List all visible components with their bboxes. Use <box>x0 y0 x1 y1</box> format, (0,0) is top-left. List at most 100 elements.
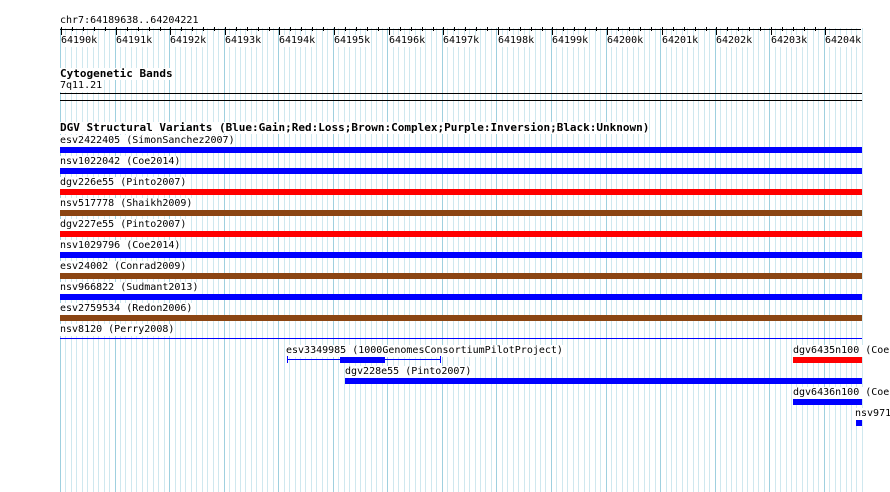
dgv-track-label[interactable]: nsv1029796 (Coe2014) <box>60 240 181 252</box>
ruler-minor-tick <box>749 27 750 31</box>
ruler-minor-tick <box>203 27 204 31</box>
ruler-minor-tick <box>345 27 346 31</box>
ruler-minor-tick <box>290 27 291 31</box>
ruler-minor-tick <box>411 27 412 31</box>
ruler-minor-tick <box>804 27 805 31</box>
dgv-track-label[interactable]: nsv517778 (Shaikh2009) <box>60 198 193 210</box>
ruler-minor-tick <box>181 27 182 31</box>
dgv-track-label[interactable]: esv24002 (Conrad2009) <box>60 261 187 273</box>
ruler-minor-tick <box>269 27 270 31</box>
ruler-minor-tick <box>760 27 761 31</box>
dgv-track-label[interactable]: nsv8120 (Perry2008) <box>60 324 175 336</box>
ruler-tick-label: 64190k <box>61 35 98 47</box>
ruler-minor-tick <box>247 27 248 31</box>
ruler-tick-label: 64200k <box>607 35 644 47</box>
dgv-track-title: DGV Structural Variants (Blue:Gain;Red:L… <box>60 121 650 134</box>
dgv-variant-bar[interactable] <box>340 357 385 363</box>
ruler-position-label: chr7:64189638..64204221 <box>60 15 199 27</box>
dgv-variant-bar[interactable] <box>60 210 862 216</box>
ruler-minor-tick <box>563 27 564 31</box>
dgv-track-label[interactable]: nsv966822 (Sudmant2013) <box>60 282 199 294</box>
ruler-minor-tick <box>422 27 423 31</box>
ruler-minor-tick <box>356 27 357 31</box>
ruler-minor-tick <box>476 27 477 31</box>
ruler-minor-tick <box>651 27 652 31</box>
ruler-minor-tick <box>105 27 106 31</box>
ruler-minor-tick <box>236 27 237 31</box>
ruler-tick-label: 64196k <box>389 35 426 47</box>
dgv-variant-bar[interactable] <box>60 315 862 321</box>
ruler-tick-label: 64201k <box>662 35 699 47</box>
dgv-track-label[interactable]: nsv1022042 (Coe2014) <box>60 156 181 168</box>
ruler-minor-tick <box>83 27 84 31</box>
ruler-minor-tick <box>706 27 707 31</box>
ruler-minor-tick <box>531 27 532 31</box>
ruler-minor-tick <box>542 27 543 31</box>
ruler-minor-tick <box>673 27 674 31</box>
dgv-track-label[interactable]: esv2759534 (Redon2006) <box>60 303 193 315</box>
ruler-minor-tick <box>367 27 368 31</box>
ruler-minor-tick <box>400 27 401 31</box>
dgv-variant-bar[interactable] <box>345 378 862 384</box>
ruler-minor-tick <box>433 27 434 31</box>
ruler-minor-tick <box>629 27 630 31</box>
dgv-track-label[interactable]: dgv226e55 (Pinto2007) <box>60 177 187 189</box>
ruler-minor-tick <box>727 27 728 31</box>
ruler-minor-tick <box>793 27 794 31</box>
ruler-minor-tick <box>618 27 619 31</box>
cytoband-track-title: Cytogenetic Bands <box>60 67 173 80</box>
ruler-minor-tick <box>465 27 466 31</box>
ruler-minor-tick <box>192 27 193 31</box>
ruler-minor-tick <box>596 27 597 31</box>
ruler-minor-tick <box>323 27 324 31</box>
dgv-track-label[interactable]: esv2422405 (SimonSanchez2007) <box>60 135 235 147</box>
dgv-feature-label[interactable]: esv3349985 (1000GenomesConsortiumPilotPr… <box>286 345 563 357</box>
ruler-minor-tick <box>574 27 575 31</box>
ruler-tick-label: 64193k <box>225 35 262 47</box>
ruler-minor-tick <box>454 27 455 31</box>
dgv-variant-bar[interactable] <box>60 168 862 174</box>
ruler-minor-tick <box>487 27 488 31</box>
ruler-tick-label: 64204k <box>825 35 862 47</box>
dgv-feature-right-tick <box>440 356 441 363</box>
dgv-track-label[interactable]: dgv227e55 (Pinto2007) <box>60 219 187 231</box>
dgv-variant-bar[interactable] <box>793 357 862 363</box>
dgv-variant-bar[interactable] <box>60 273 862 279</box>
genome-browser-panel: chr7:64189638..64204221 64190k 64191k 6419… <box>0 0 890 492</box>
dgv-variant-bar[interactable] <box>60 189 862 195</box>
ruler-minor-tick <box>640 27 641 31</box>
ruler-minor-tick <box>782 27 783 31</box>
cytoband-line-top <box>60 93 862 94</box>
ruler-minor-tick <box>149 27 150 31</box>
dgv-feature-label[interactable]: dgv6435n100 (Coe2014) <box>793 345 890 357</box>
ruler-minor-tick <box>520 27 521 31</box>
ruler-minor-tick <box>138 27 139 31</box>
ruler-minor-tick <box>258 27 259 31</box>
dgv-feature-label[interactable]: dgv228e55 (Pinto2007) <box>345 366 472 378</box>
ruler-tick-label: 64197k <box>443 35 480 47</box>
ruler-tick-label: 64195k <box>334 35 371 47</box>
dgv-variant-bar[interactable] <box>60 294 862 300</box>
ruler-tick-label: 64198k <box>498 35 535 47</box>
ruler-minor-tick <box>585 27 586 31</box>
ruler-minor-tick <box>214 27 215 31</box>
dgv-variant-bar[interactable] <box>60 338 862 339</box>
ruler-minor-tick <box>509 27 510 31</box>
dgv-variant-bar[interactable] <box>856 420 862 426</box>
ruler-minor-tick <box>160 27 161 31</box>
dgv-feature-left-tick <box>287 356 288 363</box>
ruler-minor-tick <box>695 27 696 31</box>
ruler-minor-tick <box>72 27 73 31</box>
ruler-minor-tick <box>127 27 128 31</box>
ruler-tick-label: 64191k <box>116 35 153 47</box>
dgv-feature-label[interactable]: dgv6436n100 (Coe2014) <box>793 387 890 399</box>
dgv-variant-bar[interactable] <box>60 252 862 258</box>
dgv-feature-label[interactable]: nsv971 <box>855 408 890 420</box>
cytoband-label[interactable]: 7q11.21 <box>60 80 103 92</box>
ruler-tick-label: 64202k <box>716 35 753 47</box>
dgv-variant-bar[interactable] <box>60 147 862 153</box>
dgv-variant-bar[interactable] <box>793 399 862 405</box>
ruler-minor-tick <box>684 27 685 31</box>
dgv-variant-bar[interactable] <box>60 231 862 237</box>
ruler-minor-tick <box>301 27 302 31</box>
